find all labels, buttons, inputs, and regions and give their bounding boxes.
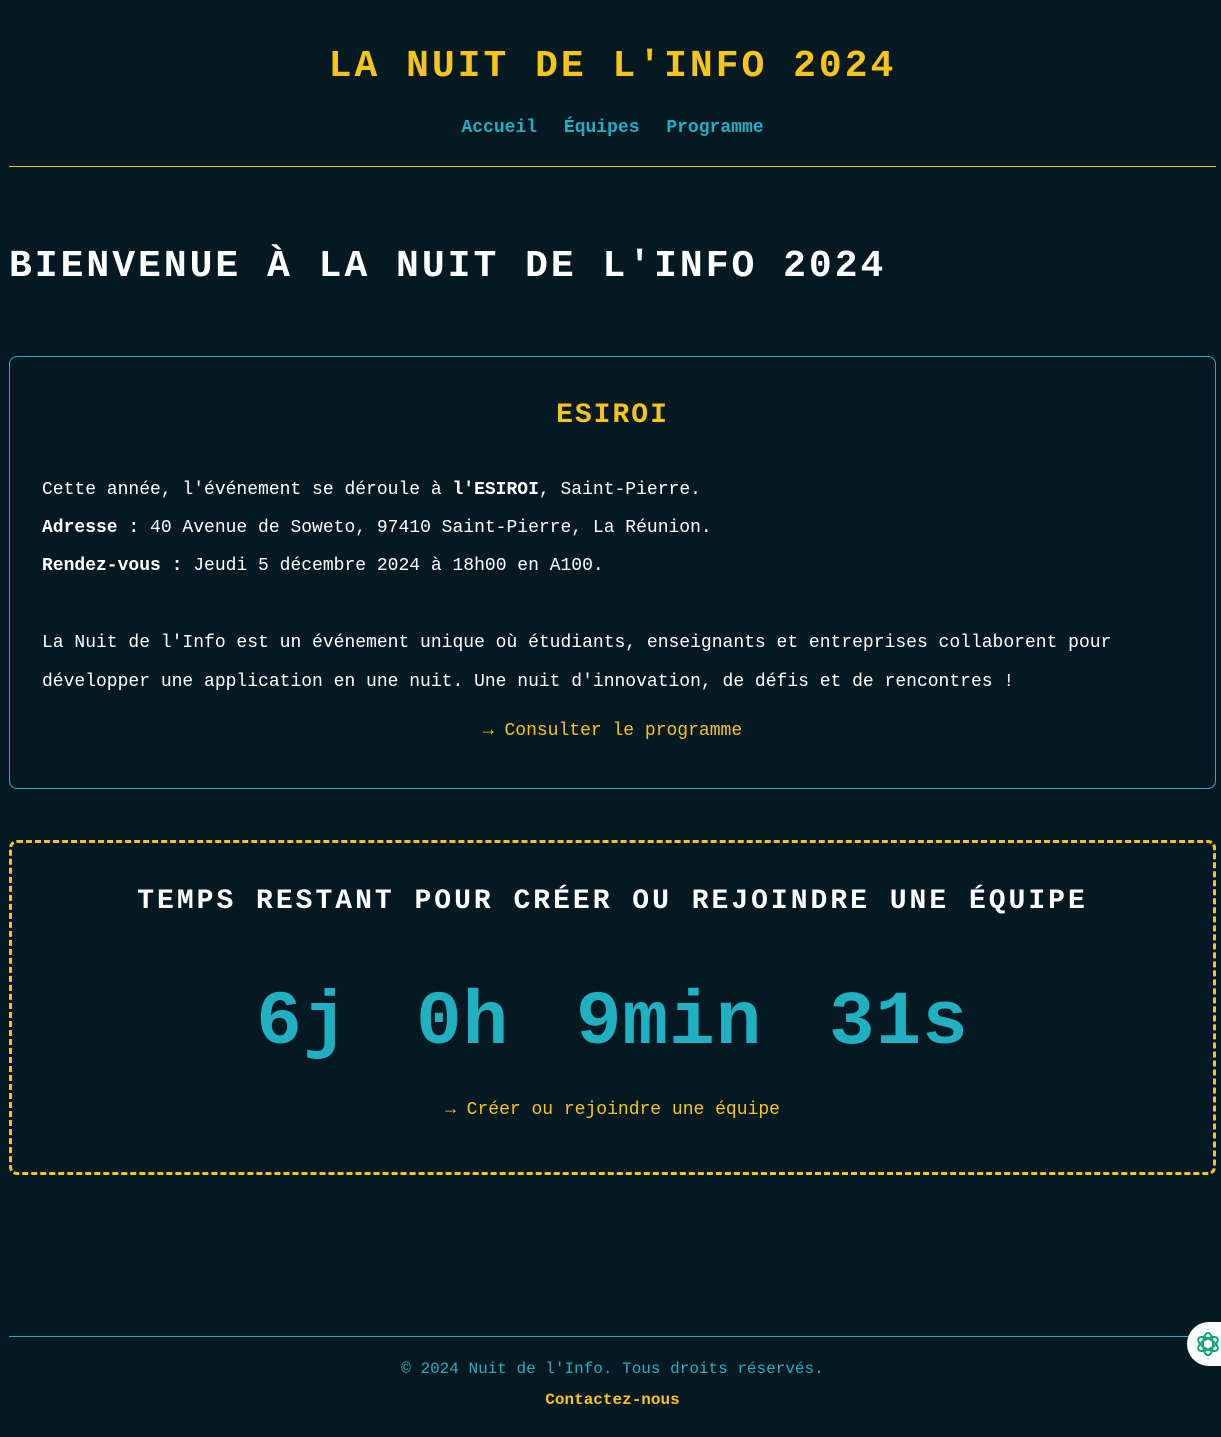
team-link[interactable]: → Créer ou rejoindre une équipe — [12, 1100, 1213, 1120]
event-description: La Nuit de l'Info est un événement uniqu… — [42, 633, 1112, 692]
address-label: Adresse : — [42, 518, 140, 538]
intro-venue: l'ESIROI — [452, 480, 539, 500]
meeting-value: Jeudi 5 décembre 2024 à 18h00 en A100. — [182, 556, 604, 576]
nav-link-accueil[interactable]: Accueil — [461, 118, 537, 138]
intro-line: Cette année, l'événement se déroule à l'… — [42, 471, 1183, 509]
countdown-minutes: 9min — [575, 980, 763, 1066]
countdown-card: TEMPS RESTANT POUR CRÉER OU REJOINDRE UN… — [9, 840, 1216, 1175]
info-card: ESIROI Cette année, l'événement se dérou… — [9, 356, 1216, 789]
nav-link-equipes[interactable]: Équipes — [564, 118, 640, 138]
programme-link[interactable]: → Consulter le programme — [42, 721, 1183, 741]
info-card-title: ESIROI — [556, 400, 669, 431]
welcome-title: BIENVENUE À LA NUIT DE L'INFO 2024 — [9, 245, 887, 288]
nav-link-programme[interactable]: Programme — [666, 118, 763, 138]
countdown-title: TEMPS RESTANT POUR CRÉER OU REJOINDRE UN… — [137, 886, 1088, 917]
copyright-text: © 2024 Nuit de l'Info. Tous droits réser… — [401, 1360, 824, 1378]
address-value: 40 Avenue de Soweto, 97410 Saint-Pierre,… — [139, 518, 712, 538]
countdown-seconds: 31s — [828, 980, 969, 1066]
site-header: LA NUIT DE L'INFO 2024 Accueil Équipes P… — [9, 0, 1216, 167]
countdown-hours: 0h — [416, 980, 510, 1066]
info-lines: Cette année, l'événement se déroule à l'… — [42, 471, 1183, 585]
countdown-timer: 6j 0h 9min 31s — [12, 983, 1213, 1063]
meeting-line: Rendez-vous : Jeudi 5 décembre 2024 à 18… — [42, 547, 1183, 585]
assistant-swirl-icon — [1197, 1332, 1219, 1356]
intro-suffix: , Saint-Pierre. — [538, 480, 701, 500]
page: LA NUIT DE L'INFO 2024 Accueil Équipes P… — [9, 0, 1216, 1409]
intro-prefix: Cette année, l'événement se déroule à — [42, 480, 453, 500]
countdown-days: 6j — [256, 980, 350, 1066]
main-nav: Accueil Équipes Programme — [9, 118, 1216, 138]
site-title: LA NUIT DE L'INFO 2024 — [328, 45, 897, 88]
site-footer: © 2024 Nuit de l'Info. Tous droits réser… — [9, 1336, 1216, 1409]
meeting-label: Rendez-vous : — [42, 556, 183, 576]
contact-link[interactable]: Contactez-nous — [545, 1391, 679, 1409]
address-line: Adresse : 40 Avenue de Soweto, 97410 Sai… — [42, 509, 1183, 547]
